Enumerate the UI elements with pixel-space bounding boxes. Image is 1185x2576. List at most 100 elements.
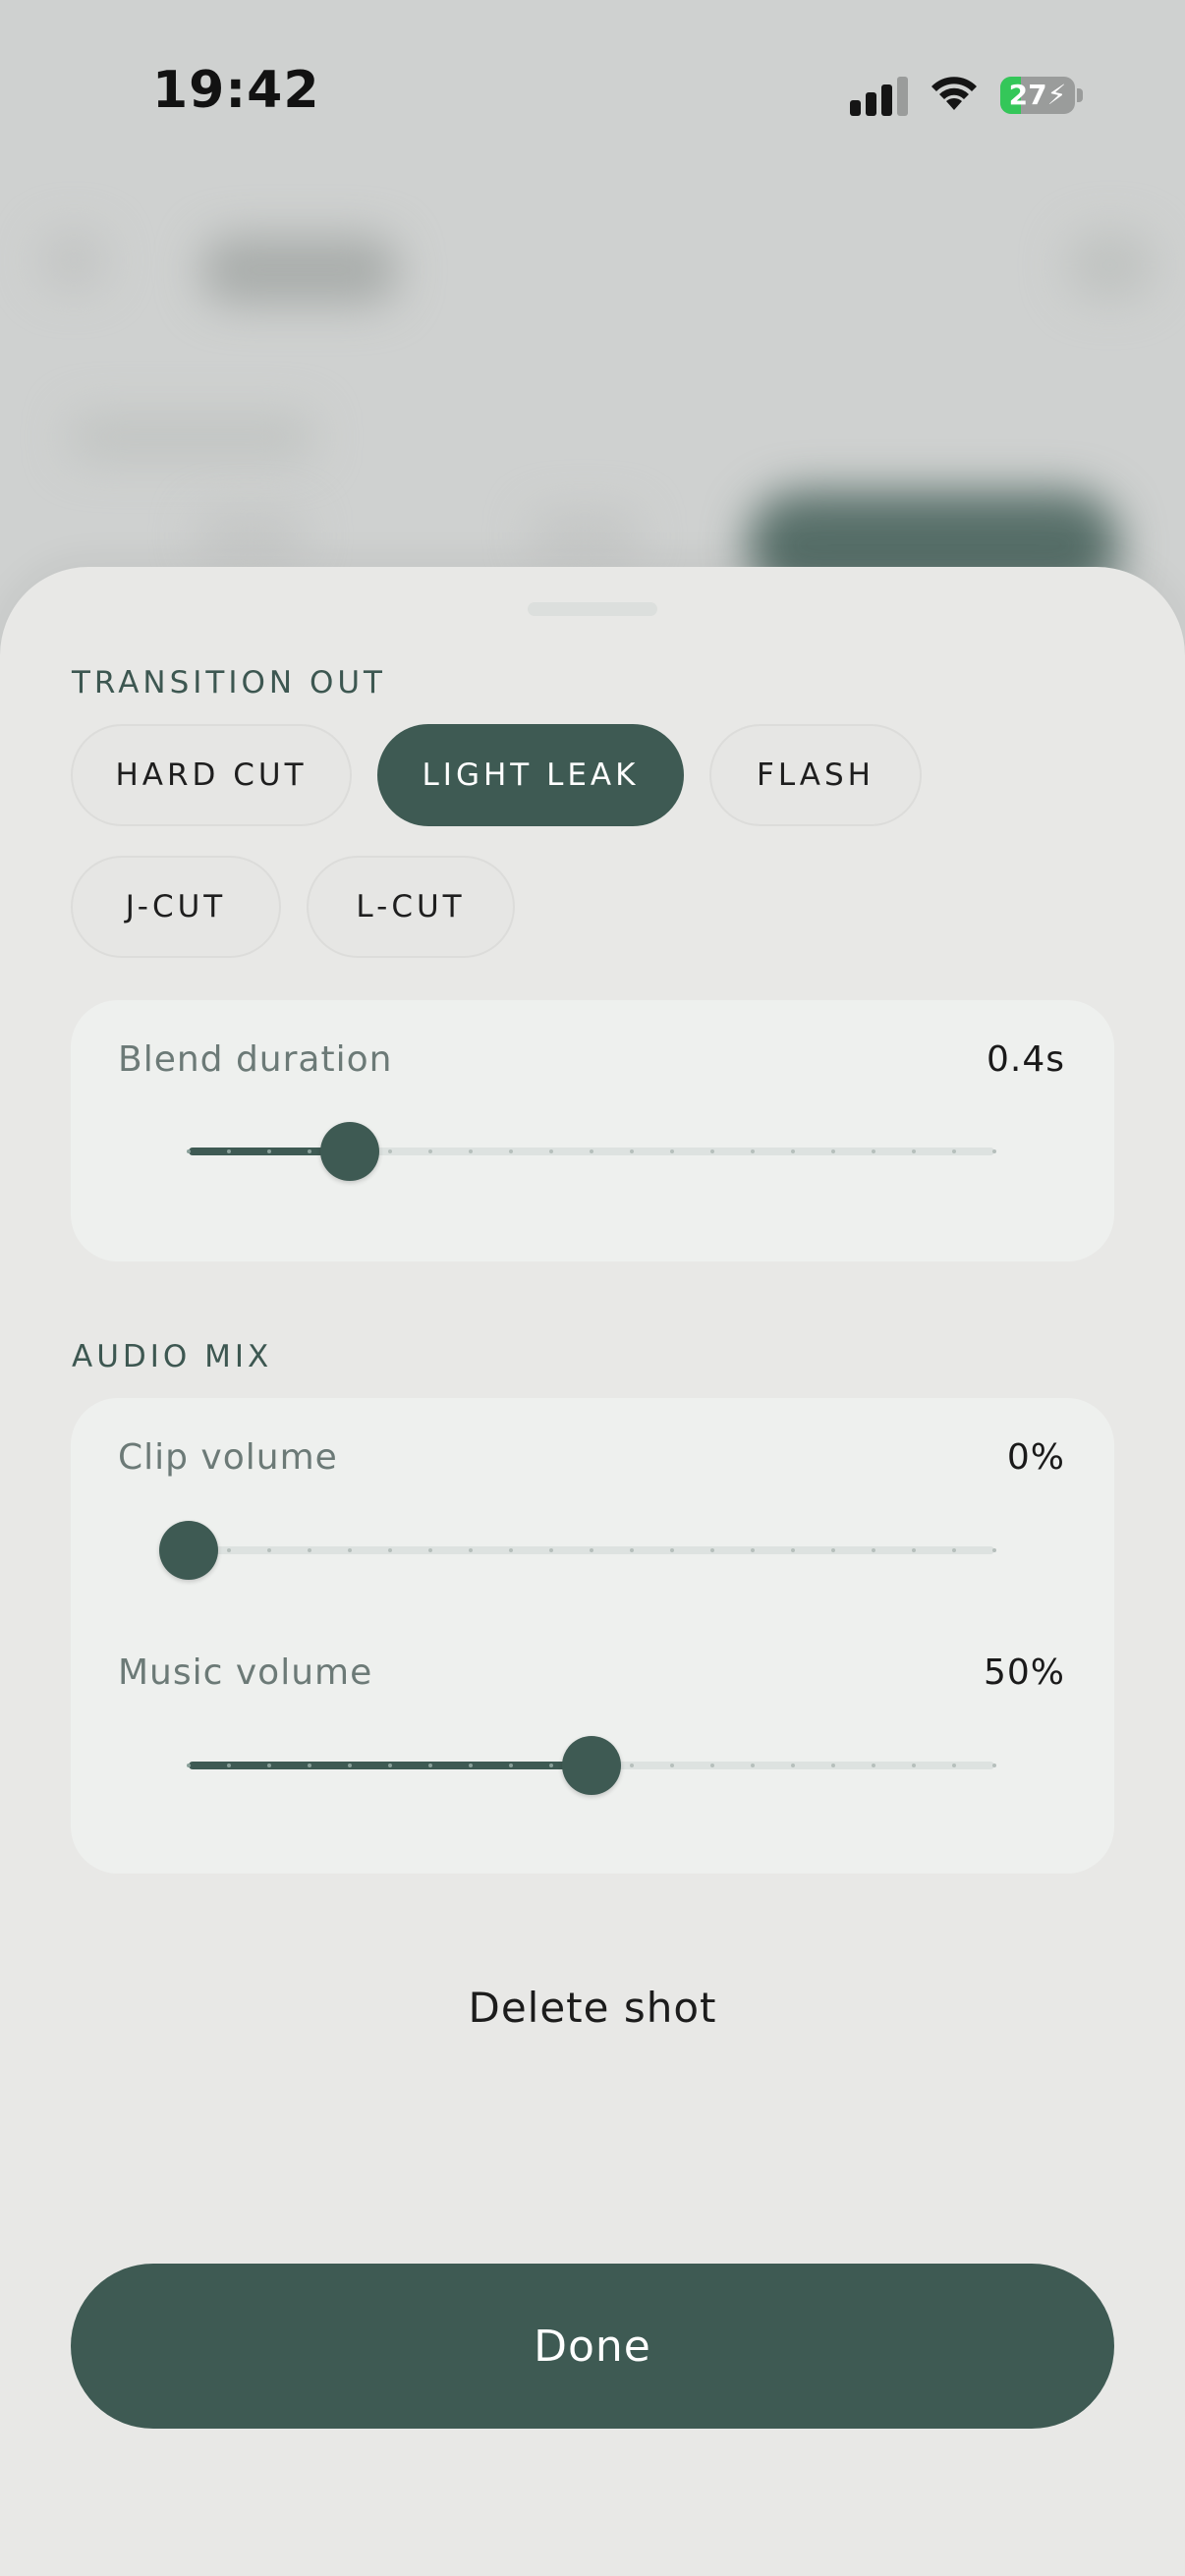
slider-tick bbox=[388, 1548, 392, 1552]
slider-tick bbox=[428, 1548, 432, 1552]
bottom-sheet: TRANSITION OUT HARD CUT LIGHT LEAK FLASH… bbox=[0, 567, 1185, 2576]
cellular-signal-icon bbox=[850, 75, 909, 116]
slider-tick bbox=[952, 1149, 956, 1153]
slider-tick bbox=[630, 1548, 634, 1552]
slider-tick bbox=[791, 1764, 795, 1767]
chip-flash[interactable]: FLASH bbox=[709, 724, 922, 826]
slider-ticks bbox=[187, 1148, 996, 1155]
slider-tick bbox=[952, 1548, 956, 1552]
music-volume-label: Music volume bbox=[118, 1652, 373, 1693]
blend-duration-value: 0.4s bbox=[986, 1039, 1065, 1080]
blurred-chip bbox=[197, 511, 305, 560]
delete-shot-button[interactable]: Delete shot bbox=[0, 1984, 1185, 2032]
slider-tick bbox=[509, 1764, 513, 1767]
slider-tick bbox=[670, 1548, 674, 1552]
slider-tick bbox=[710, 1764, 714, 1767]
slider-tick bbox=[388, 1149, 392, 1153]
signal-bar bbox=[881, 84, 892, 116]
slider-tick bbox=[428, 1149, 432, 1153]
wifi-icon bbox=[931, 77, 977, 110]
slider-tick bbox=[912, 1149, 916, 1153]
slider-tick bbox=[227, 1764, 231, 1767]
transition-section-label: TRANSITION OUT bbox=[72, 665, 386, 700]
slider-tick bbox=[751, 1548, 755, 1552]
slider-tick bbox=[992, 1149, 996, 1153]
blend-duration-label: Blend duration bbox=[118, 1039, 393, 1080]
slider-tick bbox=[952, 1764, 956, 1767]
clip-volume-value: 0% bbox=[1006, 1437, 1065, 1478]
slider-tick bbox=[872, 1149, 875, 1153]
slider-tick bbox=[710, 1548, 714, 1552]
blurred-menu-icon bbox=[1066, 231, 1155, 300]
slider-tick bbox=[308, 1764, 311, 1767]
slider-ticks bbox=[187, 1546, 996, 1554]
slider-tick bbox=[469, 1548, 473, 1552]
slider-tick bbox=[872, 1764, 875, 1767]
slider-tick bbox=[267, 1764, 271, 1767]
blend-duration-slider[interactable] bbox=[187, 1122, 996, 1181]
slider-tick bbox=[751, 1149, 755, 1153]
signal-bar bbox=[897, 77, 908, 116]
slider-tick bbox=[590, 1149, 593, 1153]
slider-tick bbox=[872, 1548, 875, 1552]
slider-tick bbox=[187, 1764, 191, 1767]
bolt-icon: ⚡ bbox=[1046, 79, 1067, 111]
slider-tick bbox=[751, 1764, 755, 1767]
slider-tick bbox=[509, 1149, 513, 1153]
music-volume-slider[interactable] bbox=[187, 1736, 996, 1795]
slider-tick bbox=[308, 1149, 311, 1153]
audio-section-label: AUDIO MIX bbox=[72, 1339, 273, 1374]
slider-tick bbox=[710, 1149, 714, 1153]
blurred-back-icon bbox=[39, 231, 108, 290]
slider-tick bbox=[590, 1548, 593, 1552]
slider-thumb[interactable] bbox=[320, 1122, 379, 1181]
slider-tick bbox=[509, 1548, 513, 1552]
music-volume-value: 50% bbox=[983, 1652, 1065, 1693]
slider-tick bbox=[267, 1149, 271, 1153]
slider-tick bbox=[670, 1764, 674, 1767]
slider-tick bbox=[187, 1149, 191, 1153]
blurred-title bbox=[201, 236, 398, 305]
signal-bar bbox=[866, 92, 876, 116]
battery-cap bbox=[1077, 88, 1083, 102]
slider-tick bbox=[630, 1764, 634, 1767]
slider-tick bbox=[428, 1764, 432, 1767]
slider-tick bbox=[549, 1548, 553, 1552]
slider-tick bbox=[348, 1764, 352, 1767]
slider-tick bbox=[791, 1548, 795, 1552]
slider-tick bbox=[388, 1764, 392, 1767]
slider-tick bbox=[227, 1548, 231, 1552]
blurred-chip bbox=[531, 511, 639, 560]
blurred-label bbox=[69, 413, 314, 462]
audio-mix-card: Clip volume 0% Music volume 50% bbox=[71, 1398, 1114, 1874]
slider-thumb[interactable] bbox=[562, 1736, 621, 1795]
slider-tick bbox=[549, 1149, 553, 1153]
chip-j-cut[interactable]: J-CUT bbox=[71, 856, 281, 958]
slider-tick bbox=[670, 1149, 674, 1153]
slider-tick bbox=[992, 1548, 996, 1552]
slider-tick bbox=[992, 1764, 996, 1767]
battery-icon: 27⚡ bbox=[1000, 77, 1075, 114]
slider-tick bbox=[912, 1548, 916, 1552]
clip-volume-slider[interactable] bbox=[159, 1521, 996, 1580]
sheet-grabber[interactable] bbox=[528, 602, 657, 616]
done-button[interactable]: Done bbox=[71, 2264, 1114, 2429]
status-time: 19:42 bbox=[152, 61, 320, 120]
slider-tick bbox=[227, 1149, 231, 1153]
slider-tick bbox=[831, 1149, 835, 1153]
blend-card: Blend duration 0.4s bbox=[71, 1000, 1114, 1261]
slider-tick bbox=[831, 1548, 835, 1552]
slider-tick bbox=[308, 1548, 311, 1552]
chip-hard-cut[interactable]: HARD CUT bbox=[71, 724, 352, 826]
slider-tick bbox=[831, 1764, 835, 1767]
slider-tick bbox=[549, 1764, 553, 1767]
chip-l-cut[interactable]: L-CUT bbox=[307, 856, 515, 958]
slider-tick bbox=[791, 1149, 795, 1153]
chip-light-leak[interactable]: LIGHT LEAK bbox=[377, 724, 684, 826]
signal-bar bbox=[850, 100, 861, 116]
slider-tick bbox=[469, 1764, 473, 1767]
status-bar: 19:42 27⚡ bbox=[0, 0, 1185, 187]
slider-thumb[interactable] bbox=[159, 1521, 218, 1580]
clip-volume-label: Clip volume bbox=[118, 1437, 338, 1478]
slider-tick bbox=[630, 1149, 634, 1153]
